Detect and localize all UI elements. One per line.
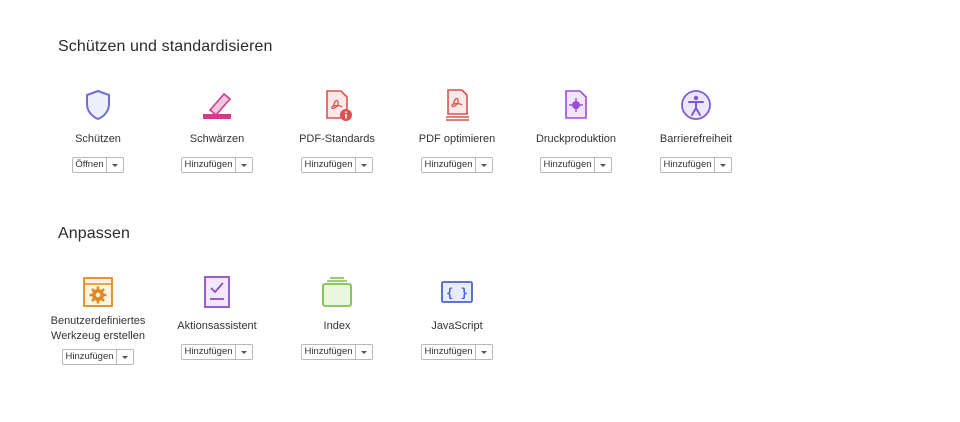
add-split-button[interactable]: Hinzufügen: [540, 157, 612, 173]
chevron-down-icon[interactable]: [236, 345, 252, 359]
add-split-button[interactable]: Hinzufügen: [421, 344, 493, 360]
print-production-icon: [559, 88, 593, 122]
tool-label: PDF-Standards: [299, 133, 375, 145]
chevron-down-icon[interactable]: [476, 158, 492, 172]
chevron-down-icon[interactable]: [595, 158, 611, 172]
add-button[interactable]: Hinzufügen: [182, 345, 236, 359]
tool-index[interactable]: Index Hinzufügen: [277, 275, 397, 360]
add-button[interactable]: Hinzufügen: [63, 350, 117, 364]
chevron-down-icon[interactable]: [715, 158, 731, 172]
tool-aktionsassistent[interactable]: Aktionsassistent Hinzufügen: [157, 275, 277, 360]
add-split-button[interactable]: Hinzufügen: [301, 344, 373, 360]
shield-icon: [81, 88, 115, 122]
tool-label-line1: Benutzerdefiniertes: [50, 315, 146, 327]
tool-javascript[interactable]: { } JavaScript Hinzufügen: [397, 275, 517, 360]
tool-barrierefreiheit[interactable]: Barrierefreiheit Hinzufügen: [636, 88, 756, 173]
svg-text:{ }: { }: [446, 286, 468, 300]
tool-label: PDF optimieren: [418, 133, 496, 145]
tool-label: Barrierefreiheit: [659, 133, 733, 145]
chevron-down-icon[interactable]: [107, 158, 123, 172]
tool-custom-tool[interactable]: Benutzerdefiniertes Werkzeug erstellen H…: [38, 275, 158, 365]
tool-label: Benutzerdefiniertes Werkzeug erstellen: [51, 314, 146, 344]
tool-pdf-optimieren[interactable]: PDF optimieren Hinzufügen: [397, 88, 517, 173]
add-button[interactable]: Hinzufügen: [302, 158, 356, 172]
pdf-standards-icon: [320, 88, 354, 122]
add-split-button[interactable]: Hinzufügen: [62, 349, 134, 365]
chevron-down-icon[interactable]: [117, 350, 133, 364]
add-split-button[interactable]: Hinzufügen: [301, 157, 373, 173]
add-button[interactable]: Hinzufügen: [422, 345, 476, 359]
chevron-down-icon[interactable]: [236, 158, 252, 172]
add-split-button[interactable]: Hinzufügen: [181, 344, 253, 360]
chevron-down-icon[interactable]: [476, 345, 492, 359]
tool-druckproduktion[interactable]: Druckproduktion Hinzufügen: [516, 88, 636, 173]
add-split-button[interactable]: Hinzufügen: [421, 157, 493, 173]
tool-label: Druckproduktion: [535, 133, 617, 145]
tool-label: Schwärzen: [189, 133, 245, 145]
tool-label: JavaScript: [431, 320, 483, 332]
accessibility-icon: [679, 88, 713, 122]
javascript-icon: { }: [440, 275, 474, 309]
custom-tool-gear-icon: [81, 275, 115, 309]
section-title-protect: Schützen und standardisieren: [58, 38, 273, 55]
section-title-customize: Anpassen: [58, 225, 130, 242]
add-split-button[interactable]: Hinzufügen: [181, 157, 253, 173]
tool-label-line2: Werkzeug erstellen: [51, 330, 145, 342]
tool-schuetzen[interactable]: Schützen Öffnen: [38, 88, 158, 173]
add-button[interactable]: Hinzufügen: [422, 158, 476, 172]
redact-marker-icon: [200, 88, 234, 122]
index-icon: [320, 275, 354, 309]
add-button[interactable]: Hinzufügen: [302, 345, 356, 359]
add-split-button[interactable]: Hinzufügen: [660, 157, 732, 173]
pdf-optimize-icon: [440, 88, 474, 122]
add-button[interactable]: Hinzufügen: [661, 158, 715, 172]
add-button[interactable]: Hinzufügen: [541, 158, 595, 172]
add-button[interactable]: Hinzufügen: [182, 158, 236, 172]
tool-label: Schützen: [75, 133, 121, 145]
action-wizard-icon: [200, 275, 234, 309]
tool-schwaerzen[interactable]: Schwärzen Hinzufügen: [157, 88, 277, 173]
tool-pdf-standards[interactable]: PDF-Standards Hinzufügen: [277, 88, 397, 173]
tool-label: Aktionsassistent: [177, 320, 257, 332]
chevron-down-icon[interactable]: [356, 158, 372, 172]
chevron-down-icon[interactable]: [356, 345, 372, 359]
tool-label: Index: [323, 320, 351, 332]
open-split-button[interactable]: Öffnen: [72, 157, 124, 173]
open-button[interactable]: Öffnen: [73, 158, 107, 172]
